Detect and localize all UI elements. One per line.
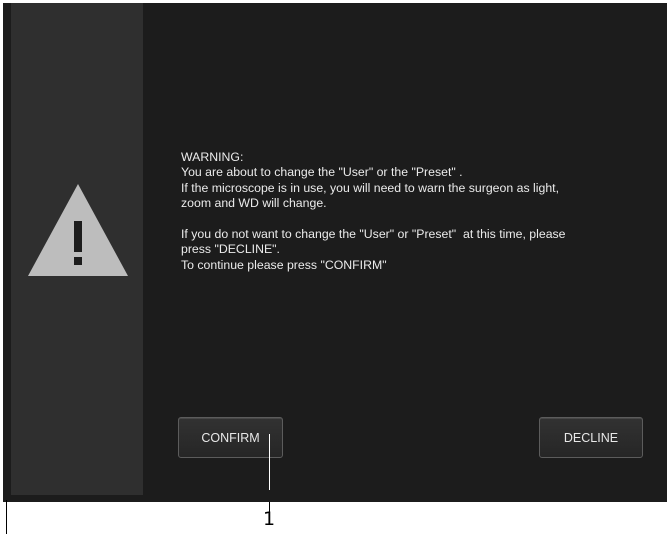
message-line: To continue please press "CONFIRM" [181, 257, 387, 272]
callout-leader-line [269, 434, 270, 490]
warning-message: WARNING: You are about to change the "Us… [181, 150, 651, 273]
message-line: If you do not want to change the "User" … [181, 227, 566, 242]
message-line: press "DECLINE". [181, 242, 280, 257]
confirm-button[interactable]: CONFIRM [178, 417, 283, 458]
message-line: If the microscope is in use, you will ne… [181, 180, 559, 195]
decline-button[interactable]: DECLINE [539, 417, 643, 458]
icon-panel [11, 3, 143, 495]
callout-number: 1 [262, 508, 276, 530]
edge-mark [6, 500, 7, 534]
message-line: zoom and WD will change. [181, 196, 327, 211]
warning-triangle-icon [28, 184, 128, 276]
message-line: You are about to change the "User" or th… [181, 165, 463, 180]
warning-heading: WARNING: [181, 150, 244, 164]
